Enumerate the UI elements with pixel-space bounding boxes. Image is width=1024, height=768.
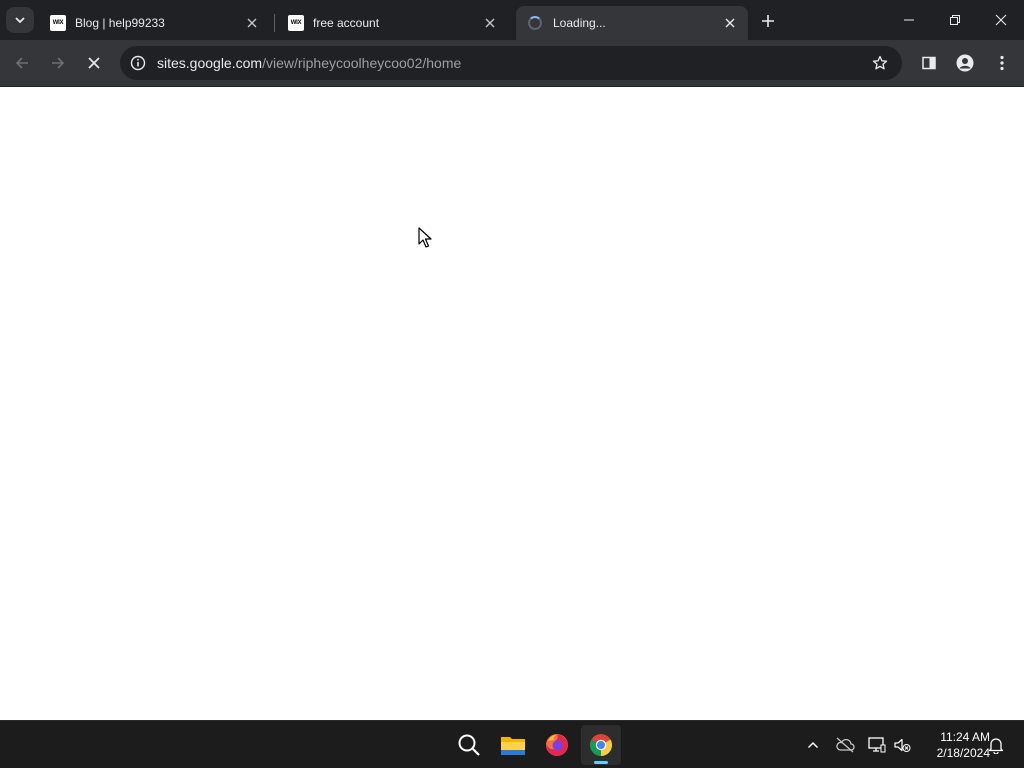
taskbar-search-button[interactable] <box>449 725 489 765</box>
notifications-button[interactable] <box>984 733 1008 757</box>
network-icon <box>868 737 886 753</box>
address-url[interactable]: sites.google.com/view/ripheycoolheycoo02… <box>157 55 461 71</box>
arrow-right-icon <box>52 57 65 69</box>
plus-icon <box>762 15 774 27</box>
back-button[interactable] <box>7 48 37 78</box>
profile-icon <box>956 54 974 72</box>
chevron-up-icon <box>807 741 819 749</box>
taskbar-firefox[interactable] <box>537 725 577 765</box>
taskbar-chrome[interactable] <box>581 725 621 765</box>
taskbar-clock[interactable]: 11:24 AM 2/18/2024 <box>918 729 990 761</box>
side-panel-icon <box>922 56 936 70</box>
close-window-button[interactable] <box>978 0 1024 40</box>
taskbar-file-explorer[interactable] <box>493 725 533 765</box>
stop-loading-button[interactable] <box>79 48 109 78</box>
close-tab-icon[interactable] <box>242 13 262 33</box>
close-tab-icon[interactable] <box>480 13 500 33</box>
wix-favicon-icon: WIX <box>288 15 304 31</box>
cloud-off-icon <box>836 737 855 753</box>
mouse-cursor-icon <box>418 227 432 248</box>
close-tab-icon[interactable] <box>720 13 740 33</box>
minimize-button[interactable] <box>886 0 932 40</box>
arrow-left-icon <box>15 57 28 69</box>
bookmark-star-icon[interactable] <box>870 53 890 73</box>
active-app-indicator <box>594 761 608 764</box>
side-panel-button[interactable] <box>914 48 944 78</box>
network-tray-button[interactable] <box>865 733 889 757</box>
volume-muted-icon <box>894 738 911 752</box>
clock-time: 11:24 AM <box>940 730 990 744</box>
forward-button[interactable] <box>43 48 73 78</box>
restore-button[interactable] <box>932 0 978 40</box>
address-bar[interactable]: sites.google.com/view/ripheycoolheycoo02… <box>120 46 902 80</box>
site-info-icon[interactable] <box>122 46 154 80</box>
url-path: /view/ripheycoolheycoo02/home <box>262 55 462 71</box>
tab-blog[interactable]: WIX Blog | help99233 <box>38 6 270 40</box>
restore-icon <box>950 15 960 25</box>
search-icon <box>458 734 480 756</box>
windows-taskbar: 11:24 AM 2/18/2024 <box>0 720 1024 768</box>
browser-toolbar: sites.google.com/view/ripheycoolheycoo02… <box>0 40 1024 87</box>
file-explorer-icon <box>501 737 525 755</box>
page-viewport[interactable] <box>0 88 1024 720</box>
close-icon <box>88 57 100 69</box>
new-tab-button[interactable] <box>756 9 780 33</box>
tab-title: free account <box>313 16 380 30</box>
tab-search-button[interactable] <box>6 7 34 33</box>
tab-loading[interactable]: Loading... <box>516 6 748 40</box>
url-host: sites.google.com <box>157 55 263 71</box>
loading-spinner-icon <box>528 16 542 30</box>
minimize-icon <box>904 19 914 21</box>
tab-strip: WIX Blog | help99233 WIX free account Lo… <box>0 0 1024 40</box>
clock-date: 2/18/2024 <box>936 746 990 760</box>
chevron-down-icon <box>15 17 25 24</box>
bell-icon <box>988 738 1004 754</box>
onedrive-tray-button[interactable] <box>833 733 857 757</box>
tab-title: Loading... <box>553 16 606 30</box>
menu-button[interactable] <box>987 48 1017 78</box>
more-vertical-icon <box>1000 55 1004 71</box>
tab-title: Blog | help99233 <box>75 16 165 30</box>
show-hidden-icons-button[interactable] <box>801 733 825 757</box>
profile-button[interactable] <box>950 48 980 78</box>
firefox-icon <box>546 734 568 756</box>
wix-favicon-icon: WIX <box>50 15 66 31</box>
close-icon <box>995 14 1007 26</box>
tab-divider <box>274 14 275 32</box>
volume-tray-button[interactable] <box>890 733 914 757</box>
chrome-icon <box>590 734 612 756</box>
tab-free-account[interactable]: WIX free account <box>276 6 508 40</box>
